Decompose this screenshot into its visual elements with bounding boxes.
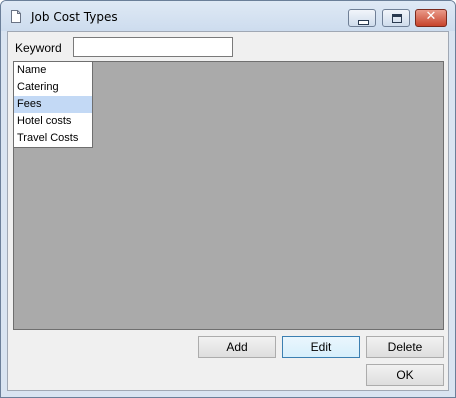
maximize-button[interactable] bbox=[382, 9, 410, 27]
dialog-body: Keyword Name Catering Fees Hotel costs T… bbox=[7, 31, 449, 391]
add-button[interactable]: Add bbox=[198, 336, 276, 358]
keyword-input[interactable] bbox=[73, 37, 233, 57]
list-header-name[interactable]: Name bbox=[14, 62, 92, 79]
minimize-icon bbox=[358, 20, 369, 25]
list-item[interactable]: Travel Costs bbox=[14, 130, 92, 147]
cost-types-grid[interactable]: Name Catering Fees Hotel costs Travel Co… bbox=[13, 61, 444, 330]
minimize-button[interactable] bbox=[348, 9, 376, 27]
job-cost-types-window: Job Cost Types ✕ Keyword Name Catering F… bbox=[0, 0, 456, 398]
list-item[interactable]: Hotel costs bbox=[14, 113, 92, 130]
ok-button[interactable]: OK bbox=[366, 364, 444, 386]
document-icon bbox=[11, 10, 21, 23]
list-item[interactable]: Catering bbox=[14, 79, 92, 96]
list-item[interactable]: Fees bbox=[14, 96, 92, 113]
edit-button[interactable]: Edit bbox=[282, 336, 360, 358]
close-icon: ✕ bbox=[425, 9, 437, 24]
delete-button[interactable]: Delete bbox=[366, 336, 444, 358]
cost-types-list: Name Catering Fees Hotel costs Travel Co… bbox=[14, 62, 93, 148]
maximize-icon bbox=[392, 14, 402, 23]
window-title: Job Cost Types bbox=[31, 10, 118, 24]
title-bar[interactable]: Job Cost Types ✕ bbox=[1, 1, 455, 31]
keyword-label: Keyword bbox=[15, 41, 62, 55]
close-button[interactable]: ✕ bbox=[415, 9, 447, 27]
